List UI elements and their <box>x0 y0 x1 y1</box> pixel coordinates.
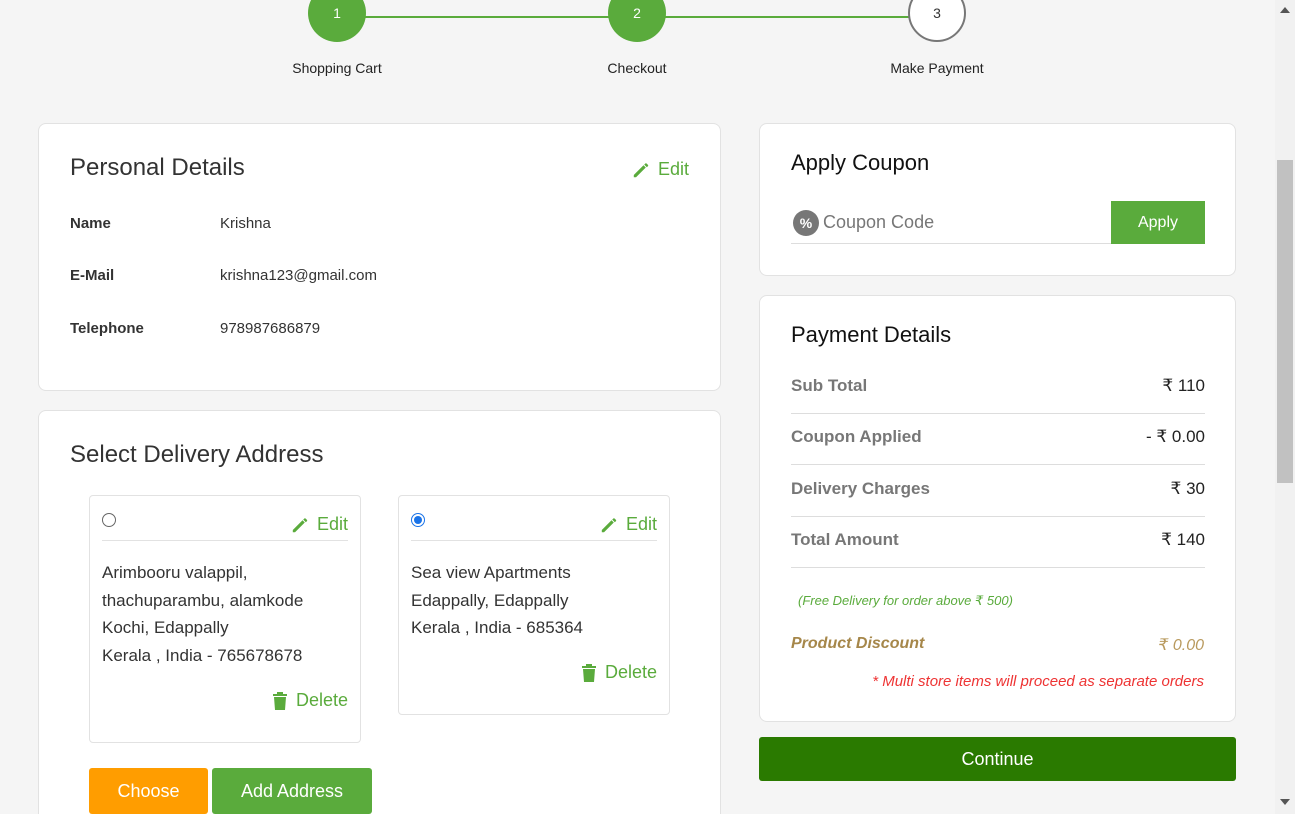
free-delivery-note: (Free Delivery for order above ₹ 500) <box>798 593 1013 608</box>
personal-edit-button[interactable]: Edit <box>632 159 689 180</box>
address-line: Kochi, Edappally <box>102 618 229 637</box>
address-line: Kerala , India - 765678678 <box>102 645 303 665</box>
scroll-thumb[interactable] <box>1277 160 1293 483</box>
apply-coupon-card: Apply Coupon % Apply <box>759 123 1236 276</box>
delete-label: Delete <box>604 662 657 682</box>
step-3-label: Make Payment <box>890 60 984 76</box>
subtotal-value: ₹ 110 <box>1162 376 1205 395</box>
address-radio[interactable] <box>411 513 425 527</box>
address-edit-button[interactable]: Edit <box>600 514 657 535</box>
continue-button[interactable]: Continue <box>759 737 1236 781</box>
pencil-icon <box>601 517 617 532</box>
delivery-address-title: Select Delivery Address <box>70 441 324 468</box>
step-2-circle[interactable]: 2 <box>608 0 666 42</box>
coupon-applied-label: Coupon Applied <box>791 427 922 446</box>
trash-icon <box>581 664 596 682</box>
step-number: 3 <box>933 5 941 21</box>
total-amount-row: Total Amount ₹ 140 <box>791 517 1205 568</box>
step-2-label: Checkout <box>607 60 667 76</box>
choose-button[interactable]: Choose <box>89 768 208 814</box>
delivery-charges-label: Delivery Charges <box>791 479 930 498</box>
step-connector <box>665 16 910 18</box>
payment-details-title: Payment Details <box>791 322 952 347</box>
step-1-label: Shopping Cart <box>292 60 382 76</box>
address-line: Sea view Apartments <box>411 563 571 582</box>
address-line: Arimbooru valappil, <box>102 563 248 582</box>
edit-label: Edit <box>625 514 657 534</box>
telephone-label: Telephone <box>70 320 144 337</box>
personal-details-card: Personal Details Edit Name Krishna E-Mai… <box>38 123 721 391</box>
coupon-code-input[interactable] <box>823 212 1103 233</box>
step-number: 2 <box>633 5 641 21</box>
pencil-icon <box>633 162 649 177</box>
add-address-button[interactable]: Add Address <box>212 768 372 814</box>
step-1-circle[interactable]: 1 <box>308 0 366 42</box>
address-delete-button[interactable]: Delete <box>581 662 657 683</box>
page-scrollbar[interactable] <box>1275 0 1295 814</box>
address-line: Edappally, Edappally <box>411 590 569 610</box>
payment-details-card: Payment Details Sub Total ₹ 110 Coupon A… <box>759 295 1236 722</box>
telephone-value: 978987686879 <box>220 320 321 337</box>
step-number: 1 <box>333 5 341 21</box>
product-discount-label: Product Discount <box>791 635 925 652</box>
address-line: Kerala , India - 685364 <box>411 618 584 637</box>
total-amount-value: ₹ 140 <box>1161 530 1205 549</box>
step-3-circle[interactable]: 3 <box>908 0 966 42</box>
edit-label: Edit <box>316 514 348 534</box>
address-delete-button[interactable]: Delete <box>272 690 348 711</box>
delivery-address-card: Select Delivery Address Edit Arimbooru v… <box>38 410 721 814</box>
multi-store-note: * Multi store items will proceed as sepa… <box>872 673 1204 690</box>
address-card-header: Edit <box>102 508 348 541</box>
address-text: Arimbooru valappil, thachuparambu, alamk… <box>102 559 303 669</box>
step-connector <box>365 16 610 18</box>
checkout-stepper: 1 2 3 Shopping Cart Checkout Make Paymen… <box>0 0 1275 100</box>
address-card[interactable]: Edit Arimbooru valappil, thachuparambu, … <box>89 495 361 743</box>
email-label: E-Mail <box>70 267 115 284</box>
percent-badge-icon: % <box>793 209 819 236</box>
subtotal-label: Sub Total <box>791 376 868 395</box>
apply-coupon-title: Apply Coupon <box>791 150 930 175</box>
product-discount-value: ₹ 0.00 <box>1158 637 1204 654</box>
address-text: Sea view Apartments Edappally, Edappally… <box>411 559 583 642</box>
subtotal-row: Sub Total ₹ 110 <box>791 363 1205 414</box>
delivery-charges-value: ₹ 30 <box>1170 479 1205 498</box>
edit-label: Edit <box>657 159 689 179</box>
address-radio[interactable] <box>102 513 116 527</box>
name-label: Name <box>70 215 111 232</box>
apply-coupon-button[interactable]: Apply <box>1111 201 1205 244</box>
address-card-header: Edit <box>411 508 657 541</box>
scroll-up-icon[interactable] <box>1280 7 1290 13</box>
personal-details-title: Personal Details <box>70 154 245 181</box>
address-card[interactable]: Edit Sea view Apartments Edappally, Edap… <box>398 495 670 715</box>
coupon-applied-row: Coupon Applied - ₹ 0.00 <box>791 414 1205 465</box>
delete-label: Delete <box>295 690 348 710</box>
pencil-icon <box>292 517 308 532</box>
scroll-down-icon[interactable] <box>1280 799 1290 805</box>
address-line: thachuparambu, alamkode <box>102 590 304 610</box>
address-edit-button[interactable]: Edit <box>291 514 348 535</box>
coupon-input-wrap: % <box>791 202 1111 244</box>
coupon-applied-value: - ₹ 0.00 <box>1145 427 1205 446</box>
delivery-charges-row: Delivery Charges ₹ 30 <box>791 466 1205 517</box>
total-amount-label: Total Amount <box>791 530 899 549</box>
email-value: krishna123@gmail.com <box>220 267 377 284</box>
trash-icon <box>272 692 287 710</box>
name-value: Krishna <box>220 215 271 232</box>
